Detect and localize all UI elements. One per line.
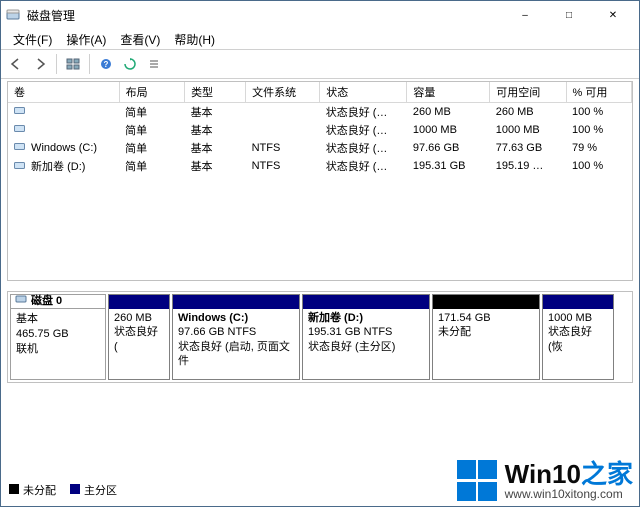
list-button[interactable]	[143, 53, 165, 75]
menu-action[interactable]: 操作(A)	[60, 30, 112, 49]
volume-icon	[14, 161, 28, 173]
partition-primary[interactable]: 1000 MB状态良好 (恢	[542, 294, 614, 380]
volume-icon	[14, 124, 28, 136]
help-button[interactable]: ?	[95, 53, 117, 75]
col-fs[interactable]: 文件系统	[246, 82, 320, 103]
watermark-suffix: 之家	[581, 459, 633, 489]
disk-label: 磁盘 0	[31, 294, 62, 309]
volume-icon	[14, 142, 28, 154]
maximize-button[interactable]: □	[547, 1, 591, 29]
col-free[interactable]: 可用空间	[490, 82, 566, 103]
minimize-button[interactable]: –	[503, 1, 547, 29]
menu-file[interactable]: 文件(F)	[7, 30, 58, 49]
back-button[interactable]	[5, 53, 27, 75]
legend-unallocated: 未分配	[9, 482, 56, 498]
window-title: 磁盘管理	[27, 7, 503, 24]
disk-type: 基本	[16, 312, 100, 327]
table-row[interactable]: 简单基本状态良好 (…260 MB260 MB100 %	[8, 103, 632, 122]
col-volume[interactable]: 卷	[8, 82, 119, 103]
table-row[interactable]: 新加卷 (D:)简单基本NTFS状态良好 (…195.31 GB195.19 ……	[8, 157, 632, 175]
watermark-brand: Win10	[505, 459, 581, 489]
table-row[interactable]: Windows (C:)简单基本NTFS状态良好 (…97.66 GB77.63…	[8, 139, 632, 157]
col-type[interactable]: 类型	[185, 82, 246, 103]
disk-management-window: 磁盘管理 – □ ✕ 文件(F) 操作(A) 查看(V) 帮助(H) ?	[0, 0, 640, 507]
col-layout[interactable]: 布局	[119, 82, 184, 103]
windows-logo-icon	[457, 460, 499, 502]
app-icon	[5, 7, 21, 23]
volume-list[interactable]: 卷 布局 类型 文件系统 状态 容量 可用空间 % 可用 简单基本状态良好 (……	[7, 81, 633, 281]
partition-primary[interactable]: 260 MB状态良好 (	[108, 294, 170, 380]
menu-help[interactable]: 帮助(H)	[168, 30, 221, 49]
disk-icon	[15, 293, 27, 310]
table-row[interactable]: 简单基本状态良好 (…1000 MB1000 MB100 %	[8, 121, 632, 139]
disk-size: 465.75 GB	[16, 327, 100, 342]
watermark-url: www.win10xitong.com	[505, 488, 633, 501]
close-button[interactable]: ✕	[591, 1, 635, 29]
disk-graphical-view: 磁盘 0 基本 465.75 GB 联机 260 MB状态良好 (Windows…	[7, 291, 633, 383]
table-header-row: 卷 布局 类型 文件系统 状态 容量 可用空间 % 可用	[8, 82, 632, 103]
forward-button[interactable]	[29, 53, 51, 75]
disk-status: 联机	[16, 342, 100, 357]
svg-text:?: ?	[104, 60, 109, 69]
legend-primary: 主分区	[70, 482, 117, 498]
legend: 未分配 主分区	[9, 482, 117, 498]
menubar: 文件(F) 操作(A) 查看(V) 帮助(H)	[1, 29, 639, 49]
titlebar: 磁盘管理 – □ ✕	[1, 1, 639, 29]
partition-primary[interactable]: Windows (C:)97.66 GB NTFS状态良好 (启动, 页面文件	[172, 294, 300, 380]
toolbar: ?	[1, 50, 639, 78]
volume-icon	[14, 106, 28, 118]
partition-primary[interactable]: 新加卷 (D:)195.31 GB NTFS状态良好 (主分区)	[302, 294, 430, 380]
col-capacity[interactable]: 容量	[407, 82, 490, 103]
col-status[interactable]: 状态	[320, 82, 407, 103]
menu-view[interactable]: 查看(V)	[114, 30, 166, 49]
disk-info-panel[interactable]: 磁盘 0 基本 465.75 GB 联机	[10, 294, 106, 380]
watermark: Win10之家 www.win10xitong.com	[457, 460, 633, 502]
partition-unallocated[interactable]: 171.54 GB未分配	[432, 294, 540, 380]
window-buttons: – □ ✕	[503, 1, 635, 29]
refresh-button[interactable]	[119, 53, 141, 75]
col-pct[interactable]: % 可用	[566, 82, 631, 103]
view-button[interactable]	[62, 53, 84, 75]
